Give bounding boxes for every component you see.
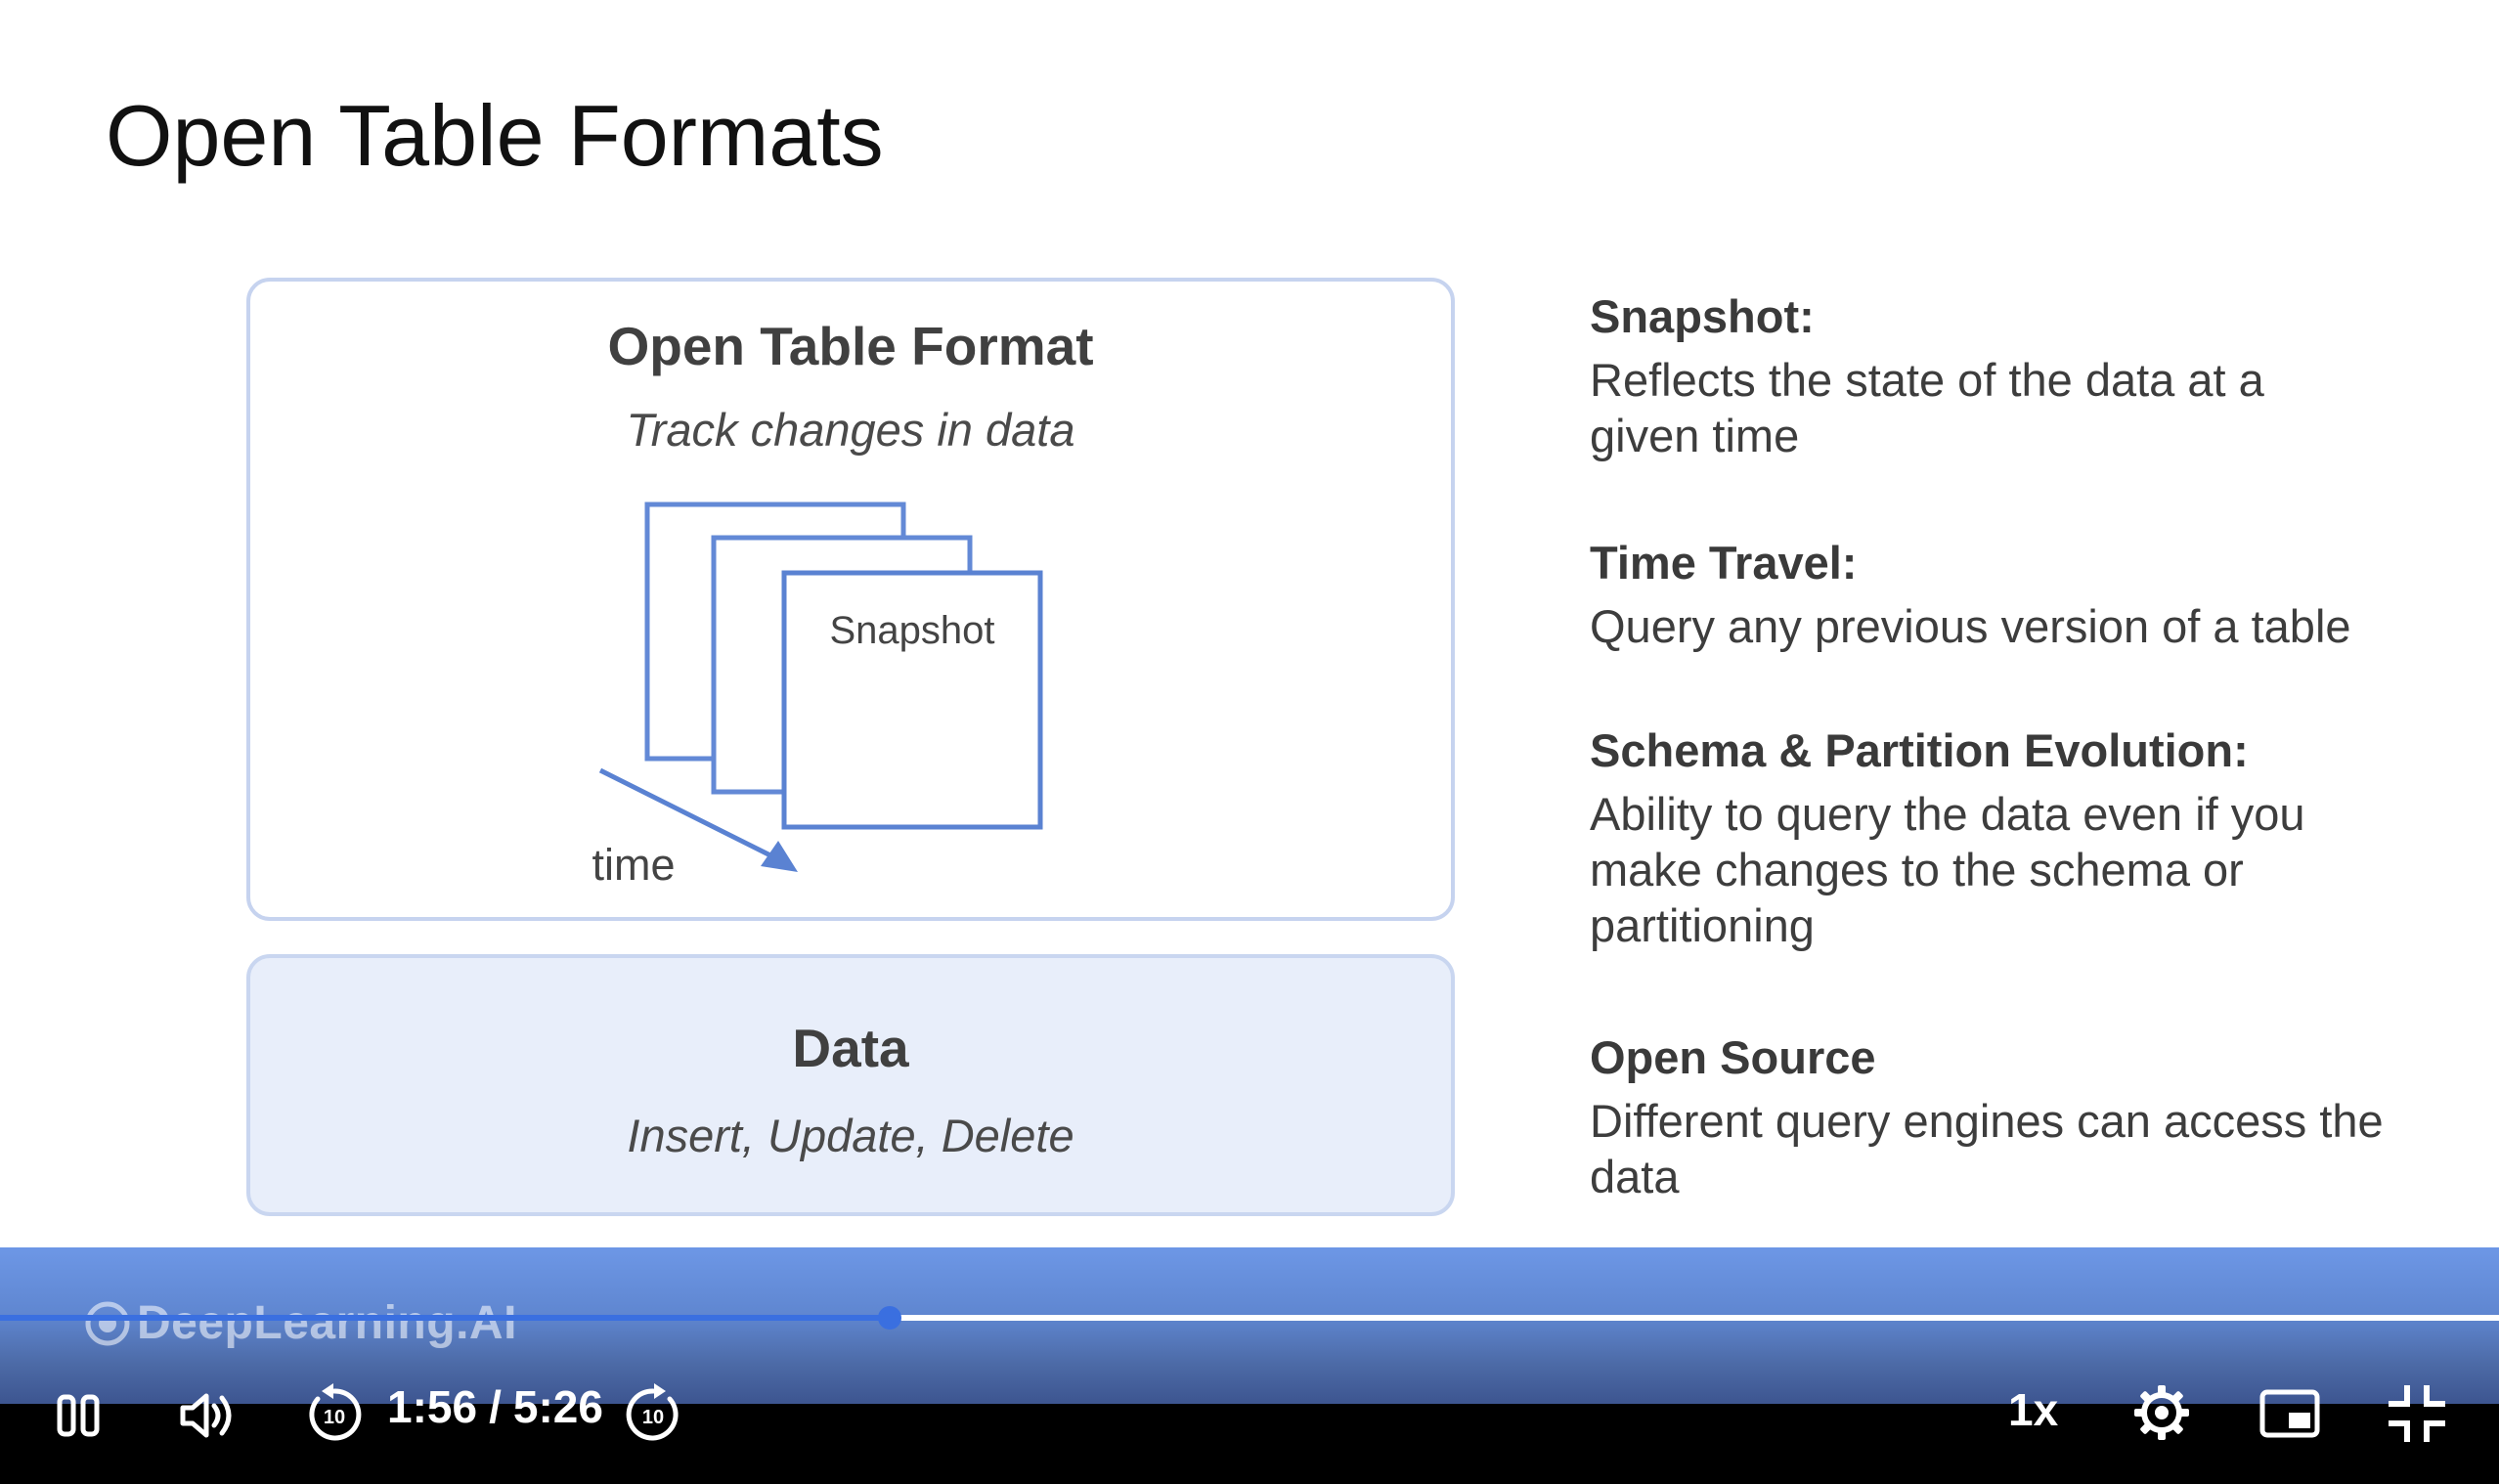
- current-time: 1:56: [387, 1381, 478, 1432]
- progress-scrubber-handle[interactable]: [877, 1306, 901, 1330]
- settings-button[interactable]: [2131, 1382, 2192, 1443]
- pause-button[interactable]: [51, 1388, 106, 1443]
- gear-icon: [2134, 1385, 2189, 1440]
- forward-10-button[interactable]: 10: [622, 1382, 684, 1445]
- picture-in-picture-button[interactable]: [2258, 1386, 2321, 1441]
- volume-button[interactable]: [176, 1386, 237, 1445]
- rewind-10-icon: 10: [309, 1383, 362, 1441]
- data-subtitle: Insert, Update, Delete: [627, 1110, 1074, 1161]
- slide: Open Table Formats Open Table Format Tra…: [0, 0, 2499, 1247]
- data-heading: Data: [792, 1018, 909, 1078]
- data-box: Data Insert, Update, Delete: [246, 954, 1455, 1216]
- svg-text:10: 10: [324, 1407, 345, 1428]
- time-readout: 1:56 / 5:26: [387, 1380, 603, 1433]
- open-table-format-box: Open Table Format Track changes in data …: [246, 278, 1455, 921]
- forward-10-icon: 10: [626, 1383, 679, 1441]
- watermark-text: DeepLearning.AI: [137, 1297, 517, 1349]
- feature-title: Snapshot:: [1590, 290, 1815, 342]
- feature-description: Reflects the state of the data at a give…: [1590, 354, 2264, 462]
- feature-snapshot: Snapshot: Reflects the state of the data…: [1590, 289, 2470, 463]
- exit-fullscreen-icon: [2389, 1385, 2445, 1442]
- deeplearning-logo-icon: [85, 1301, 130, 1345]
- feature-description: Ability to query the data even if you ma…: [1590, 788, 2305, 952]
- time-label: time: [592, 840, 675, 890]
- playback-speed-button[interactable]: 1x: [2008, 1383, 2058, 1436]
- feature-title: Time Travel:: [1590, 537, 1858, 589]
- watermark: DeepLearning.AI: [84, 1296, 517, 1350]
- volume-icon: [180, 1393, 232, 1438]
- time-separator: /: [489, 1381, 502, 1432]
- snapshot-label: Snapshot: [829, 609, 994, 652]
- feature-title: Open Source: [1590, 1031, 1876, 1083]
- progress-bar[interactable]: [0, 1306, 2499, 1330]
- feature-open-source: Open Source Different query engines can …: [1590, 1030, 2470, 1204]
- snapshot-diagram: Snapshot time: [592, 502, 1043, 890]
- progress-bar-fill: [0, 1315, 890, 1321]
- picture-in-picture-icon: [2259, 1389, 2320, 1438]
- feature-title: Schema & Partition Evolution:: [1590, 724, 2249, 776]
- rewind-10-button[interactable]: 10: [303, 1382, 366, 1445]
- exit-fullscreen-button[interactable]: [2386, 1382, 2448, 1445]
- svg-text:10: 10: [642, 1407, 664, 1428]
- time-arrowhead: [761, 841, 798, 872]
- slide-title: Open Table Formats: [106, 87, 884, 184]
- video-controls-bar: [0, 1404, 2499, 1484]
- feature-time-travel: Time Travel: Query any previous version …: [1590, 536, 2470, 654]
- feature-description: Different query engines can access the d…: [1590, 1095, 2384, 1203]
- feature-description: Query any previous version of a table: [1590, 600, 2351, 653]
- pause-icon: [57, 1394, 100, 1437]
- duration: 5:26: [512, 1381, 603, 1432]
- feature-schema-partition-evolution: Schema & Partition Evolution: Ability to…: [1590, 723, 2470, 953]
